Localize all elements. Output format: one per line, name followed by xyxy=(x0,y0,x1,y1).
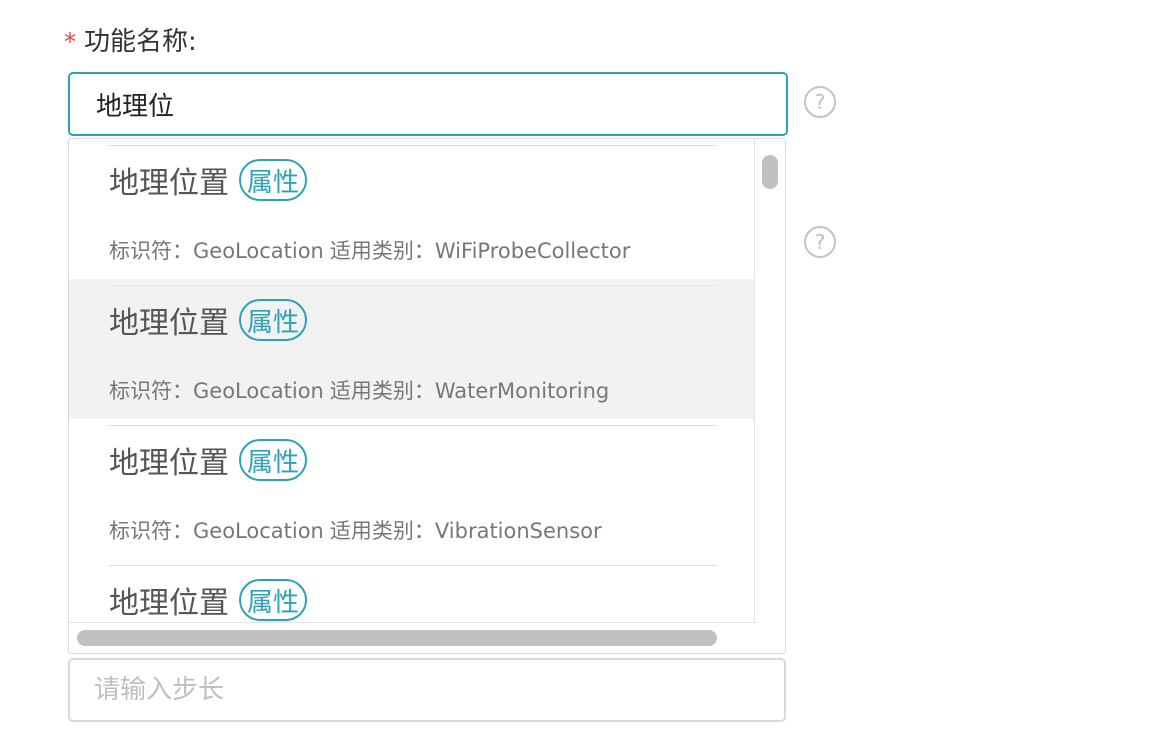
function-name-label-text: 功能名称: xyxy=(84,27,197,57)
item-divider xyxy=(109,145,717,146)
item-divider xyxy=(109,285,717,286)
horizontal-scrollbar[interactable] xyxy=(69,622,757,653)
category-value: WaterMonitoring xyxy=(434,379,610,403)
item-meta: 标识符：GeoLocation 适用类别：VibrationSensor xyxy=(109,515,602,545)
identifier-label: 标识符： xyxy=(109,239,193,263)
item-name: 地理位置 xyxy=(109,306,229,341)
item-title: 地理位置 属性 xyxy=(109,297,308,343)
item-title: 地理位置 属性 xyxy=(109,157,308,203)
suggestion-item[interactable]: 地理位置 属性 xyxy=(69,559,757,625)
item-type-tag: 属性 xyxy=(239,299,308,341)
item-title: 地理位置 属性 xyxy=(109,437,308,483)
category-label: 适用类别： xyxy=(329,519,435,543)
item-type-tag: 属性 xyxy=(239,159,308,201)
identifier-value: GeoLocation xyxy=(193,239,324,263)
required-mark: * xyxy=(64,28,76,56)
item-name: 地理位置 xyxy=(109,586,229,621)
item-type-tag: 属性 xyxy=(239,579,308,621)
function-suggestion-dropdown: 地理位置 属性 标识符：GeoLocation 适用类别：WiFiProbeCol… xyxy=(68,138,786,654)
item-name: 地理位置 xyxy=(109,446,229,481)
help-icon[interactable]: ? xyxy=(804,86,836,118)
item-type-tag: 属性 xyxy=(239,439,308,481)
function-name-label: * 功能名称: xyxy=(64,22,197,62)
item-name: 地理位置 xyxy=(109,166,229,201)
item-divider xyxy=(109,425,717,426)
identifier-label: 标识符： xyxy=(109,379,193,403)
category-label: 适用类别： xyxy=(329,379,435,403)
item-title: 地理位置 属性 xyxy=(109,577,308,623)
vertical-scrollbar[interactable] xyxy=(754,139,785,625)
item-meta: 标识符：GeoLocation 适用类别：WaterMonitoring xyxy=(109,375,609,405)
item-divider xyxy=(109,565,717,566)
form-panel: * 功能名称: ? ? 地理位置 属性 标识符：GeoLocation适用类别：… xyxy=(0,0,1160,746)
identifier-label: 标识符： xyxy=(109,519,193,543)
function-name-input[interactable] xyxy=(68,72,788,136)
suggestion-item[interactable]: 地理位置 属性 标识符：GeoLocation 适用类别：WaterMonitor… xyxy=(69,279,757,419)
identifier-value: GeoLocation xyxy=(193,519,324,543)
suggestion-list: 地理位置 属性 标识符：GeoLocation 适用类别：WiFiProbeCol… xyxy=(69,139,757,625)
category-value: VibrationSensor xyxy=(434,519,602,543)
step-input[interactable] xyxy=(68,658,786,722)
horizontal-scrollbar-thumb[interactable] xyxy=(77,630,717,646)
suggestion-item[interactable]: 地理位置 属性 标识符：GeoLocation 适用类别：VibrationSen… xyxy=(69,419,757,559)
category-value: WiFiProbeCollector xyxy=(434,239,631,263)
suggestion-item[interactable]: 地理位置 属性 标识符：GeoLocation 适用类别：WiFiProbeCol… xyxy=(69,139,757,279)
identifier-value: GeoLocation xyxy=(193,379,324,403)
item-meta: 标识符：GeoLocation 适用类别：WiFiProbeCollector xyxy=(109,235,630,265)
vertical-scrollbar-thumb[interactable] xyxy=(762,155,778,189)
category-label: 适用类别： xyxy=(329,239,435,263)
help-icon[interactable]: ? xyxy=(804,226,836,258)
